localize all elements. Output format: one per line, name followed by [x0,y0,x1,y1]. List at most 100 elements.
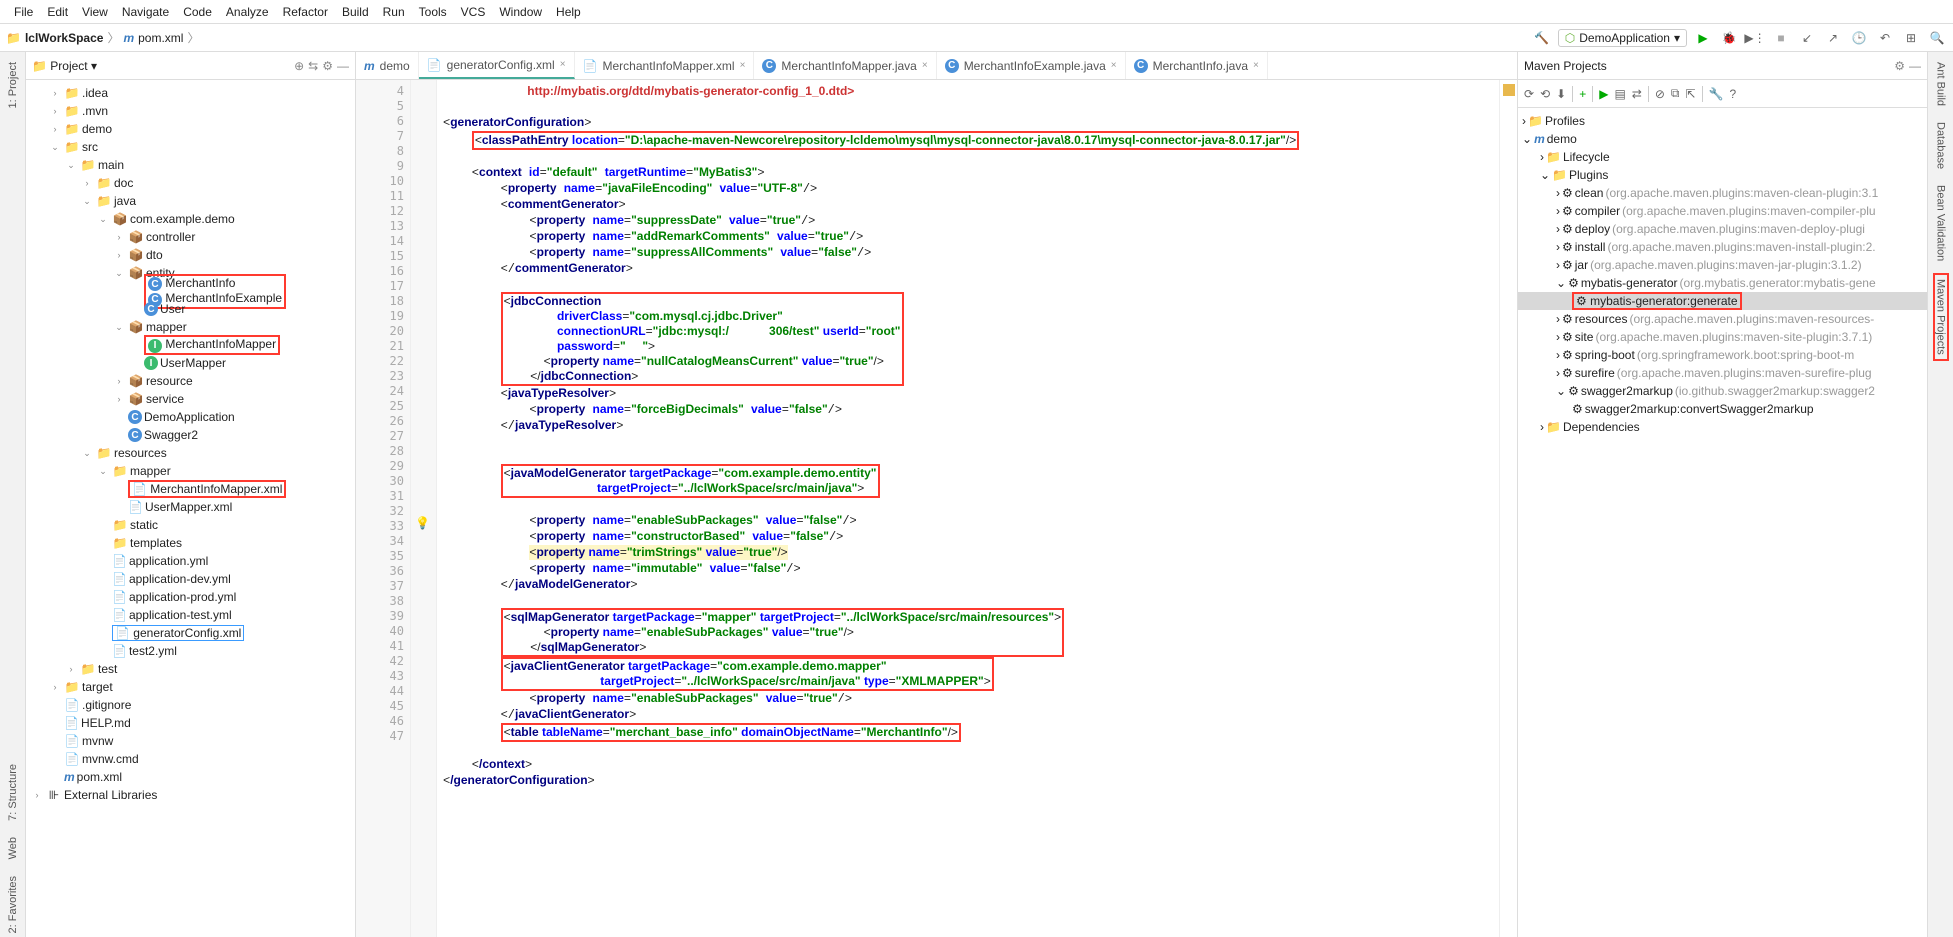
menu-help[interactable]: Help [550,3,587,21]
tree-item[interactable]: generatorConfig.xml [133,626,241,640]
bulb-icon[interactable]: 💡 [415,516,430,530]
vcs-update-icon[interactable]: ↙ [1797,28,1817,48]
stop-icon[interactable]: ■ [1771,28,1791,48]
tree-item[interactable]: .mvn [82,104,108,118]
debug-icon[interactable]: 🐞 [1719,28,1739,48]
tree-item[interactable]: mvnw [82,734,113,748]
menu-file[interactable]: File [8,3,39,21]
tree-item[interactable]: MerchantInfo [165,276,235,290]
tree-item[interactable]: HELP.md [81,716,131,730]
tree-item[interactable]: clean [1575,186,1604,200]
editor-tab[interactable]: CMerchantInfoMapper.java× [754,52,936,79]
tree-item[interactable]: MerchantInfoMapper [165,337,276,351]
vcs-commit-icon[interactable]: ↗ [1823,28,1843,48]
tree-item[interactable]: Profiles [1545,114,1585,128]
tree-item[interactable]: pom.xml [77,770,122,784]
collapse-icon[interactable]: ⇆ [308,59,318,73]
tab-structure[interactable]: 7: Structure [7,760,19,825]
tree-item[interactable]: swagger2markup [1581,384,1673,398]
tree-item[interactable]: Lifecycle [1563,150,1610,164]
tab-web[interactable]: Web [7,833,19,863]
tree-item[interactable]: test [98,662,117,676]
menu-build[interactable]: Build [336,3,375,21]
close-icon[interactable]: × [560,59,566,70]
code-editor[interactable]: http://mybatis.org/dtd/mybatis-generator… [437,80,1499,937]
show-deps-icon[interactable]: ⧉ [1671,86,1680,101]
tree-item[interactable]: resources [1575,312,1628,326]
editor-tab[interactable]: 📄MerchantInfoMapper.xml× [575,52,755,79]
tree-item[interactable]: test2.yml [129,644,177,658]
project-tree[interactable]: ›📁.idea ›📁.mvn ›📁demo ⌄📁src ⌄📁main ›📁doc… [26,80,355,937]
skip-tests-icon[interactable]: ⊘ [1655,87,1665,101]
tree-item[interactable]: Dependencies [1563,420,1640,434]
tree-item[interactable]: templates [130,536,182,550]
tree-item[interactable]: .gitignore [82,698,131,712]
settings-icon[interactable]: 🔧 [1709,87,1724,101]
hide-icon[interactable]: — [337,59,349,73]
tree-item[interactable]: Swagger2 [144,428,198,442]
tree-item[interactable]: java [114,194,136,208]
breadcrumb-root[interactable]: lclWorkSpace [25,31,103,45]
tab-bean[interactable]: Bean Validation [1935,181,1947,265]
tree-item[interactable]: compiler [1575,204,1620,218]
tab-maven[interactable]: Maven Projects [1933,273,1949,361]
editor-tab[interactable]: CMerchantInfo.java× [1126,52,1268,79]
close-icon[interactable]: × [1253,60,1259,71]
editor-tab[interactable]: 📄generatorConfig.xml× [419,52,575,79]
toggle-offline-icon[interactable]: ⇄ [1632,87,1642,101]
menu-tools[interactable]: Tools [413,3,453,21]
gear-icon[interactable]: ⚙ [322,59,333,73]
download-icon[interactable]: ⬇ [1556,87,1566,101]
tree-item[interactable]: jar [1575,258,1588,272]
tree-item[interactable]: mapper [146,320,187,334]
tree-item[interactable]: .idea [82,86,108,100]
tree-item[interactable]: application.yml [129,554,208,568]
menu-code[interactable]: Code [177,3,218,21]
tree-item[interactable]: deploy [1575,222,1610,236]
history-icon[interactable]: 🕒 [1849,28,1869,48]
maven-tree[interactable]: ›📁 Profiles ⌄m demo ›📁 Lifecycle ⌄📁 Plug… [1518,108,1927,937]
run-config-combo[interactable]: ⬡ DemoApplication ▾ [1558,29,1687,47]
tree-item[interactable]: resources [114,446,167,460]
build-icon[interactable]: 🔨 [1532,28,1552,48]
editor-tab[interactable]: mdemo [356,52,419,79]
tree-item[interactable]: UserMapper [160,356,226,370]
fold-gutter[interactable]: 💡 [411,80,437,937]
tree-item[interactable]: controller [146,230,195,244]
close-icon[interactable]: × [922,60,928,71]
menu-view[interactable]: View [76,3,114,21]
tree-item[interactable]: static [130,518,158,532]
run-icon[interactable]: ▶ [1693,28,1713,48]
reimport-icon[interactable]: ⟳ [1524,87,1534,101]
menu-vcs[interactable]: VCS [455,3,492,21]
tree-item[interactable]: install [1575,240,1606,254]
close-icon[interactable]: × [740,60,746,71]
tree-item[interactable]: mvnw.cmd [82,752,139,766]
tree-item[interactable]: target [82,680,113,694]
menu-window[interactable]: Window [493,3,548,21]
collapse-icon[interactable]: ⇱ [1685,87,1695,101]
tree-item[interactable]: Plugins [1569,168,1608,182]
menu-edit[interactable]: Edit [41,3,74,21]
warning-mark[interactable] [1503,84,1515,96]
menu-refactor[interactable]: Refactor [277,3,334,21]
run-icon[interactable]: ▶ [1599,87,1608,101]
revert-icon[interactable]: ↶ [1875,28,1895,48]
tree-item[interactable]: surefire [1575,366,1615,380]
tree-item[interactable]: doc [114,176,133,190]
execute-icon[interactable]: ▤ [1614,87,1625,101]
tree-item[interactable]: resource [146,374,193,388]
tree-item[interactable]: application-test.yml [129,608,232,622]
project-view-combo[interactable]: 📁 Project ▾ [32,59,97,73]
tree-item[interactable]: application-prod.yml [129,590,236,604]
tree-item[interactable]: dto [146,248,163,262]
tree-item[interactable]: application-dev.yml [129,572,231,586]
search-icon[interactable]: 🔍 [1927,28,1947,48]
tree-item[interactable]: User [160,302,185,316]
tab-database[interactable]: Database [1935,118,1947,173]
tree-item[interactable]: demo [82,122,112,136]
add-icon[interactable]: + [1579,87,1586,101]
help-icon[interactable]: ? [1730,87,1737,101]
tree-item[interactable]: com.example.demo [130,212,235,226]
editor-tab[interactable]: CMerchantInfoExample.java× [937,52,1126,79]
